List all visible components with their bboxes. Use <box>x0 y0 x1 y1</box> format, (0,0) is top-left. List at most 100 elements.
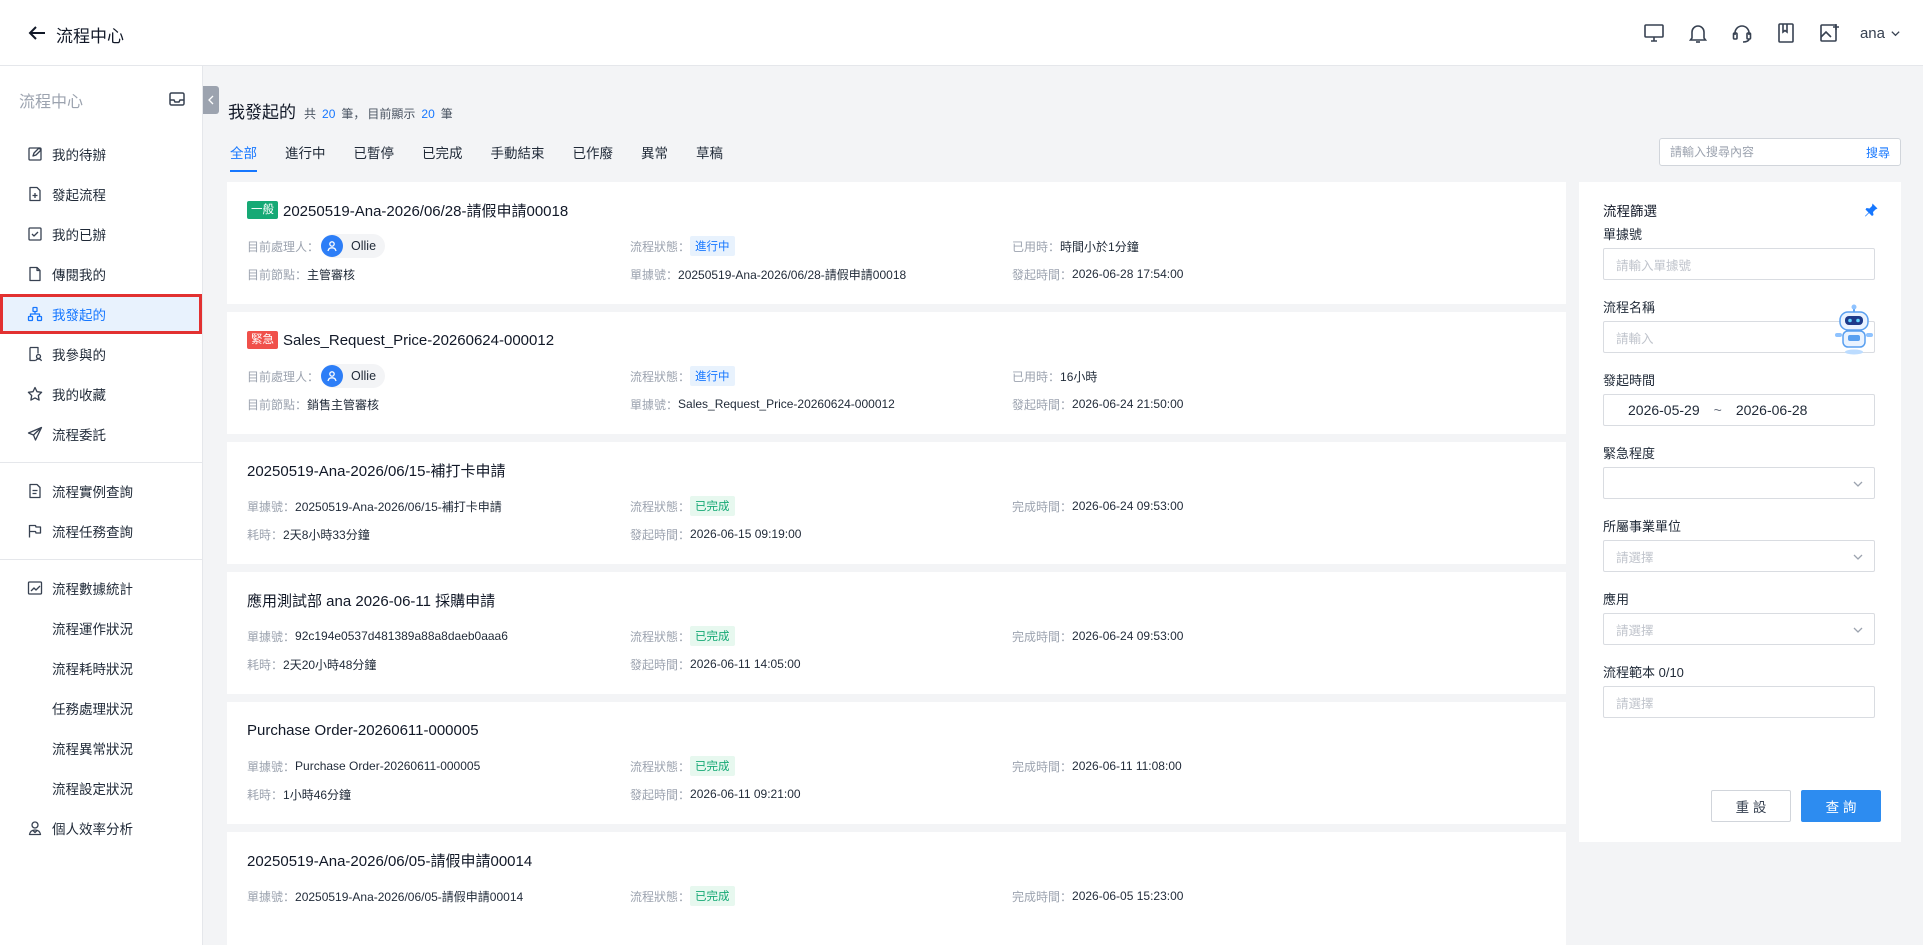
field: 發起時間： 2026-06-28 17:54:00 <box>1012 266 1183 283</box>
file-icon <box>29 266 41 282</box>
start-time-label: 發起時間 <box>1603 372 1656 388</box>
book-icon[interactable] <box>1774 21 1798 45</box>
process-card[interactable]: 緊急 Sales_Request_Price-20260624-000012 目前處… <box>227 312 1566 434</box>
process-card[interactable]: 一般 20250519-Ana-2026/06/28-請假申請00018 目前處理人… <box>227 182 1566 304</box>
field-value: 2026-06-28 17:54:00 <box>1072 267 1184 281</box>
process-card[interactable]: Purchase Order-20260611-000005 單據號： Purcha… <box>227 702 1566 824</box>
status-badge: 已完成 <box>690 626 735 646</box>
sidebar-item[interactable]: 我參與的 <box>0 334 202 374</box>
field-label: 耗時： <box>247 527 284 542</box>
field-value: 20250519-Ana-2026/06/28-請假申請00018 <box>678 267 907 282</box>
handler-chip[interactable]: Ollie <box>321 364 386 388</box>
chevron-left-icon <box>208 95 214 105</box>
reset-button[interactable]: 重 設 <box>1711 790 1791 822</box>
field-value: 2026-06-05 15:23:00 <box>1072 889 1184 903</box>
field: 流程狀態： 進行中 <box>630 366 735 386</box>
sidebar-item[interactable]: 我的收藏 <box>0 374 202 414</box>
field-value: 2天8小時33分鐘 <box>283 527 370 542</box>
urgency-tag: 緊急 <box>247 331 278 349</box>
field-value: 2026-06-15 09:19:00 <box>690 527 802 541</box>
bell-icon[interactable] <box>1686 21 1710 45</box>
sidebar-item[interactable]: 流程設定狀況 <box>0 768 202 808</box>
shown-count: 20 <box>421 107 435 121</box>
date-range-picker[interactable]: 2026-05-29 ~ 2026-06-28 <box>1603 394 1875 426</box>
search-box: 搜尋 <box>1659 138 1901 166</box>
sidebar-item[interactable]: 流程委託 <box>0 414 202 454</box>
field-value: 2天20小時48分鐘 <box>283 657 377 672</box>
total-prefix: 共 <box>304 107 317 121</box>
sidebar-item-label: 個人效率分析 <box>52 822 133 837</box>
field-value: 16小時 <box>1060 369 1098 384</box>
process-card[interactable]: 應用測試部 ana 2026-06-11 採購申請 單據號： 92c194e0537… <box>227 572 1566 694</box>
template-select[interactable]: 請選擇 <box>1603 686 1875 718</box>
sidebar-item[interactable]: 個人效率分析 <box>0 808 202 848</box>
urgency-tag: 一般 <box>247 201 278 219</box>
sidebar-item[interactable]: 我的已辦 <box>0 214 202 254</box>
pin-icon[interactable] <box>1863 202 1879 218</box>
sidebar-item[interactable]: 流程數據統計 <box>0 568 202 608</box>
query-button[interactable]: 查 詢 <box>1801 790 1881 822</box>
tab[interactable]: 已暫停 <box>354 142 395 172</box>
field-value: 2026-06-24 21:50:00 <box>1072 397 1184 411</box>
user-menu[interactable]: ana <box>1860 25 1901 42</box>
tab[interactable]: 全部 <box>230 142 257 172</box>
filter-title: 流程篩選 <box>1603 204 1657 219</box>
sidebar-item-label: 流程異常狀況 <box>52 742 133 757</box>
card-title: 應用測試部 ana 2026-06-11 採購申請 <box>247 592 496 610</box>
process-card[interactable]: 20250519-Ana-2026/06/15-補打卡申請 單據號： 2025051… <box>227 442 1566 564</box>
field-label: 目前處理人： <box>247 239 320 254</box>
image-add-icon[interactable] <box>1818 21 1842 45</box>
process-name-placeholder: 請輸入 <box>1616 331 1654 346</box>
field: 流程狀態： 已完成 <box>630 496 735 516</box>
template-placeholder: 請選擇 <box>1616 696 1654 711</box>
tab[interactable]: 已作廢 <box>573 142 614 172</box>
sidebar-item[interactable]: 流程耗時狀況 <box>0 648 202 688</box>
urgency-select[interactable] <box>1603 467 1875 499</box>
collapse-sidebar-button[interactable] <box>203 86 219 114</box>
date-separator: ~ <box>1713 402 1722 418</box>
flag-icon <box>28 524 42 538</box>
monitor-icon[interactable] <box>1642 21 1666 45</box>
filter-actions: 重 設 查 詢 <box>1711 790 1881 822</box>
search-button[interactable]: 搜尋 <box>1856 144 1900 161</box>
top-header: 流程中心 ana <box>0 0 1923 66</box>
headset-icon[interactable] <box>1730 21 1754 45</box>
sidebar-item[interactable]: 傳閱我的 <box>0 254 202 294</box>
application-select[interactable]: 請選擇 <box>1603 613 1875 645</box>
handler-chip[interactable]: Ollie <box>321 234 386 258</box>
tab[interactable]: 手動結束 <box>491 142 545 172</box>
search-input[interactable] <box>1660 145 1856 159</box>
field-value: 銷售主管審核 <box>307 397 380 412</box>
user-avatar-icon <box>327 241 337 252</box>
process-card[interactable]: 20250519-Ana-2026/06/05-請假申請00014 單據號： 202… <box>227 832 1566 945</box>
field: 單據號： 20250519-Ana-2026/06/28-請假申請00018 <box>630 266 906 283</box>
sidebar-item[interactable]: 流程任務查詢 <box>0 511 202 551</box>
sidebar-item[interactable]: 我發起的 <box>0 294 202 334</box>
sidebar-item[interactable]: 流程運作狀況 <box>0 608 202 648</box>
sidebar-item[interactable]: 發起流程 <box>0 174 202 214</box>
field-value: 2026-06-24 09:53:00 <box>1072 629 1184 643</box>
back-arrow-icon[interactable] <box>26 22 48 44</box>
flow-icon <box>27 306 43 322</box>
sidebar-item[interactable]: 我的待辦 <box>0 134 202 174</box>
business-unit-select[interactable]: 請選擇 <box>1603 540 1875 572</box>
chevron-down-icon <box>1891 30 1900 36</box>
sidebar-item[interactable]: 流程異常狀況 <box>0 728 202 768</box>
tab[interactable]: 進行中 <box>285 142 326 172</box>
robot-assistant-icon[interactable] <box>1830 304 1878 356</box>
inbox-icon[interactable] <box>168 90 186 108</box>
tab[interactable]: 已完成 <box>422 142 463 172</box>
field-label: 流程狀態： <box>630 239 691 254</box>
shown-unit: 筆 <box>440 107 453 121</box>
sidebar-divider <box>0 559 202 560</box>
field-label: 目前節點： <box>247 397 308 412</box>
field: 耗時： 2天8小時33分鐘 <box>247 526 370 543</box>
doc-no-input[interactable]: 請輸入單據號 <box>1603 248 1875 280</box>
tab[interactable]: 草稿 <box>696 142 723 172</box>
sidebar-item[interactable]: 流程實例查詢 <box>0 471 202 511</box>
field-label: 發起時間： <box>1012 267 1073 282</box>
field: 單據號： Purchase Order-20260611-000005 <box>247 758 480 775</box>
sidebar-item[interactable]: 任務處理狀況 <box>0 688 202 728</box>
sidebar-item-label: 流程數據統計 <box>52 582 133 597</box>
tab[interactable]: 異常 <box>641 142 668 172</box>
